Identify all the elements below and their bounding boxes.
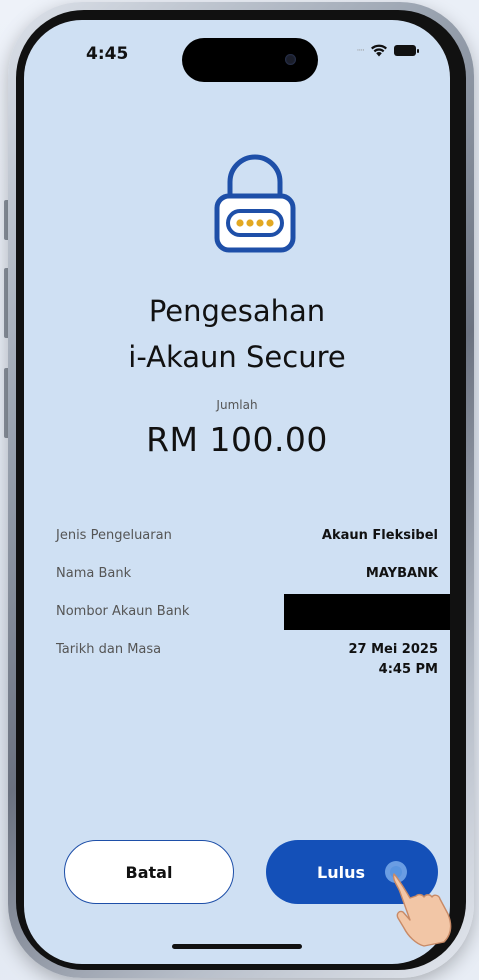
amount-value: RM 100.00 xyxy=(146,420,328,459)
front-camera xyxy=(285,54,296,65)
detail-label-date-time: Tarikh dan Masa xyxy=(56,642,162,657)
home-indicator xyxy=(172,944,302,949)
battery-icon xyxy=(394,45,419,56)
cancel-button[interactable]: Batal xyxy=(64,840,234,904)
approve-button-label: Lulus xyxy=(317,862,365,882)
signal-icon: ···· xyxy=(356,45,366,56)
lock-icon xyxy=(214,154,296,253)
detail-label-account-number: Nombor Akaun Bank xyxy=(56,604,190,619)
status-icons: ···· xyxy=(356,44,419,57)
detail-label-bank-name: Nama Bank xyxy=(56,566,132,581)
detail-label-withdrawal-type: Jenis Pengeluaran xyxy=(56,528,172,543)
amount-label: Jumlah xyxy=(216,398,258,412)
account-number-redaction xyxy=(284,594,450,630)
dialog-title-line2: i-Akaun Secure xyxy=(128,340,346,374)
wifi-icon xyxy=(371,44,387,57)
dialog-title-line1: Pengesahan xyxy=(148,294,326,328)
status-time: 4:45 xyxy=(86,44,129,64)
tap-hand-icon xyxy=(385,861,452,947)
detail-value-date: 27 Mei 2025 xyxy=(348,642,438,657)
detail-value-withdrawal-type: Akaun Fleksibel xyxy=(321,528,438,543)
screen: 4:45 ···· Pengesahan i-Akaun Secure Juml… xyxy=(24,20,450,964)
detail-value-bank-name: MAYBANK xyxy=(365,566,438,581)
detail-value-time: 4:45 PM xyxy=(378,662,438,677)
stage: 4:45 ···· Pengesahan i-Akaun Secure Juml… xyxy=(0,0,479,980)
dynamic-island xyxy=(182,38,318,82)
